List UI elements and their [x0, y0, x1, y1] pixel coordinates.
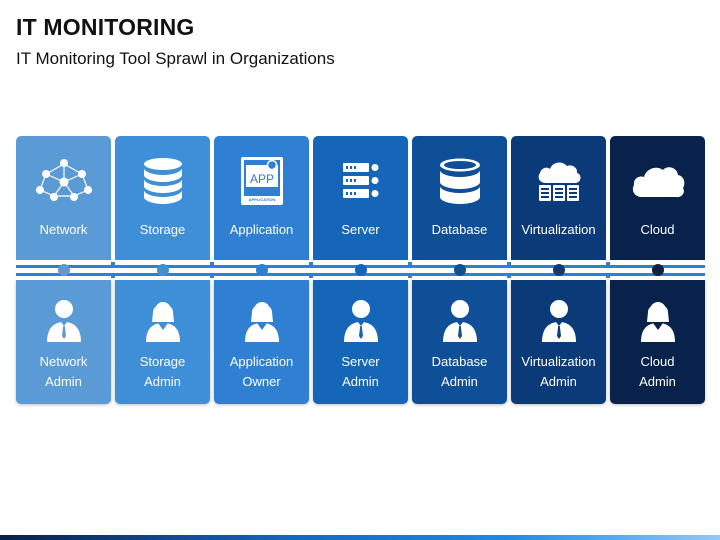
- tool-label: Application: [229, 222, 294, 237]
- timeline-dot: [453, 264, 466, 276]
- role-line-1: Database: [431, 354, 488, 369]
- timeline-dot: [651, 264, 664, 276]
- male-person-icon: [44, 298, 84, 342]
- app-icon-caption: APPLICATION: [248, 197, 275, 202]
- male-person-icon: [440, 298, 480, 342]
- tool-card-virtualization: Virtualization: [511, 136, 606, 260]
- role-line-2: Admin: [144, 374, 181, 389]
- role-card-storage-admin: Storage Admin: [115, 280, 210, 404]
- tool-label: Cloud: [640, 222, 675, 237]
- role-label: Server Admin: [316, 352, 406, 392]
- role-card-database-admin: Database Admin: [412, 280, 507, 404]
- female-person-icon: [143, 298, 183, 342]
- female-person-icon: [638, 298, 678, 342]
- role-line-1: Server: [341, 354, 380, 369]
- page-subtitle: IT Monitoring Tool Sprawl in Organizatio…: [16, 49, 335, 68]
- tool-card-server: Server: [313, 136, 408, 260]
- role-line-2: Owner: [242, 374, 281, 389]
- role-line-2: Admin: [342, 374, 379, 389]
- role-line-1: Storage: [139, 354, 186, 369]
- tool-card-cloud: Cloud: [610, 136, 705, 260]
- role-label: Database Admin: [415, 352, 505, 392]
- tool-label: Virtualization: [521, 222, 596, 237]
- app-icon-text: APP: [249, 172, 273, 186]
- database-icon: [438, 156, 482, 206]
- server-icon: [341, 156, 381, 206]
- role-line-1: Application: [229, 354, 294, 369]
- role-label: Network Admin: [19, 352, 109, 392]
- role-line-2: Admin: [45, 374, 82, 389]
- virtualization-icon: [534, 156, 584, 206]
- tool-card-database: Database: [412, 136, 507, 260]
- cloud-icon: [630, 156, 686, 206]
- role-label: Storage Admin: [118, 352, 208, 392]
- page-title: IT MONITORING: [16, 14, 195, 40]
- footer-gradient-bar: [0, 535, 720, 540]
- tool-card-storage: Storage: [115, 136, 210, 260]
- role-card-server-admin: Server Admin: [313, 280, 408, 404]
- role-line-2: Admin: [441, 374, 478, 389]
- tool-card-network: Network: [16, 136, 111, 260]
- role-line-2: Admin: [540, 374, 577, 389]
- role-card-cloud-admin: Cloud Admin: [610, 280, 705, 404]
- network-icon: [32, 156, 96, 206]
- tool-card-application: APP APPLICATION Application: [214, 136, 309, 260]
- storage-icon: [141, 156, 185, 206]
- tool-sprawl-diagram: Network Network Admin Storage Storage Ad…: [16, 136, 705, 404]
- role-card-application-owner: Application Owner: [214, 280, 309, 404]
- tool-label: Server: [341, 222, 380, 237]
- role-label: Virtualization Admin: [514, 352, 604, 392]
- tool-label: Network: [39, 222, 88, 237]
- female-person-icon: [242, 298, 282, 342]
- timeline-dot: [552, 264, 565, 276]
- timeline-dot: [354, 264, 367, 276]
- timeline-dot: [156, 264, 169, 276]
- role-card-virtualization-admin: Virtualization Admin: [511, 280, 606, 404]
- application-icon: APP APPLICATION: [240, 156, 284, 206]
- tool-label: Storage: [139, 222, 186, 237]
- role-line-1: Network: [39, 354, 88, 369]
- role-line-2: Admin: [639, 374, 676, 389]
- male-person-icon: [341, 298, 381, 342]
- role-card-network-admin: Network Admin: [16, 280, 111, 404]
- role-label: Cloud Admin: [613, 352, 703, 392]
- timeline-dot: [255, 264, 268, 276]
- role-line-1: Virtualization: [521, 354, 596, 369]
- role-label: Application Owner: [217, 352, 307, 392]
- tool-label: Database: [431, 222, 488, 237]
- role-line-1: Cloud: [640, 354, 675, 369]
- timeline-dot: [57, 264, 70, 276]
- male-person-icon: [539, 298, 579, 342]
